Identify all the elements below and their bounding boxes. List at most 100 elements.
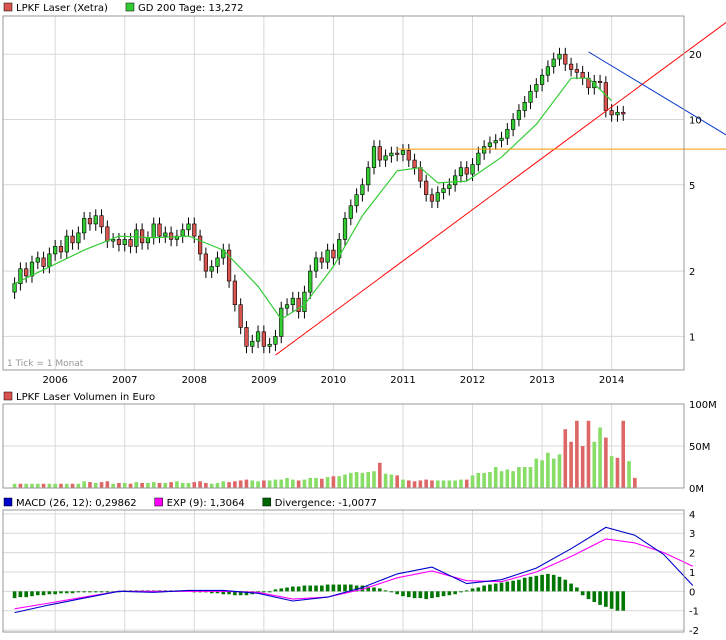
volume-bar-down: [238, 480, 243, 488]
volume-bar-down: [262, 480, 266, 488]
legend-swatch: [3, 391, 13, 401]
divergence-bar: [343, 584, 347, 592]
divergence-bar: [493, 583, 498, 592]
candle-up: [53, 246, 58, 255]
volume-bar-up: [354, 472, 359, 488]
candle-up: [354, 194, 359, 207]
candle-up: [122, 239, 127, 245]
divergence-bar: [406, 591, 411, 598]
divergence-bar: [412, 591, 417, 599]
candle-up: [180, 229, 185, 237]
candle-down: [70, 235, 75, 244]
volume-bar-down: [41, 483, 46, 488]
candle-down: [395, 152, 400, 155]
volume-bar-down: [18, 483, 23, 488]
volume-bar-down: [569, 441, 573, 488]
volume-bar-up: [35, 483, 40, 488]
volume-bar-up: [215, 482, 220, 488]
divergence-bar: [447, 591, 452, 596]
volume-bar-up: [273, 479, 278, 488]
candle-down: [238, 304, 243, 328]
candle-down: [41, 257, 46, 267]
price-tick-label: 10: [689, 115, 702, 126]
candle-down: [319, 257, 324, 263]
x-tick-label: 2013: [529, 375, 554, 386]
divergence-bar: [389, 591, 394, 593]
divergence-bar: [621, 591, 626, 611]
volume-bar-up: [470, 475, 475, 488]
volume-bar-up: [453, 480, 457, 488]
price-tick-label: 5: [689, 181, 695, 192]
volume-bar-up: [534, 458, 539, 488]
candle-up: [615, 111, 620, 116]
candle-down: [429, 194, 435, 202]
candle-down: [116, 239, 122, 245]
candle-down: [197, 235, 203, 255]
volume-tick-label: 0M: [689, 484, 704, 495]
volume-bar-up: [482, 472, 486, 488]
legend-label: Divergence: -1,0077: [275, 498, 377, 509]
candle-up: [273, 336, 278, 345]
volume-bar-down: [204, 482, 208, 488]
divergence-bar: [517, 579, 521, 592]
volume-bar-up: [343, 474, 347, 488]
divergence-bar: [18, 591, 23, 598]
divergence-bar: [59, 591, 63, 594]
divergence-bar: [383, 590, 388, 592]
divergence-bar: [534, 575, 539, 592]
volume-bar-up: [279, 479, 284, 488]
divergence-bar: [488, 584, 492, 592]
divergence-bar: [337, 584, 342, 592]
volume-bar-down: [604, 437, 608, 488]
legend-swatch: [3, 2, 13, 12]
volume-bar-up: [64, 483, 69, 488]
volume-bar-down: [70, 483, 75, 488]
volume-bar-down: [575, 420, 579, 488]
candle-down: [261, 331, 266, 347]
divergence-bar: [70, 591, 75, 594]
legend-swatch: [154, 497, 163, 507]
candle-up: [348, 205, 353, 219]
candle-up: [151, 223, 156, 239]
candle-down: [574, 69, 579, 73]
candle-up: [453, 175, 458, 186]
candle-up: [209, 266, 214, 272]
candle-down: [418, 167, 423, 182]
volume-bar-down: [633, 477, 637, 488]
divergence-bar: [88, 591, 92, 593]
volume-bar-up: [459, 479, 463, 488]
divergence-bar: [569, 583, 573, 592]
divergence-bar: [314, 585, 318, 592]
candle-up: [111, 239, 116, 242]
volume-bar-up: [447, 480, 452, 488]
volume-bar-down: [331, 476, 336, 488]
divergence-bar: [505, 581, 510, 592]
x-tick-label: 2008: [182, 375, 207, 386]
divergence-bar: [30, 591, 34, 597]
candle-up: [325, 249, 330, 263]
volume-bar-up: [134, 482, 139, 488]
macd-tick-label: 0: [689, 587, 695, 598]
volume-bar-up: [528, 467, 533, 488]
volume-bar-up: [285, 477, 289, 488]
divergence-bar: [267, 591, 272, 593]
volume-bar-up: [499, 471, 504, 488]
divergence-bar: [325, 584, 330, 592]
x-tick-label: 2006: [42, 375, 67, 386]
volume-bar-up: [30, 483, 34, 488]
volume-bar-up: [372, 471, 376, 488]
divergence-bar: [24, 591, 28, 598]
x-tick-label: 2007: [112, 375, 137, 386]
divergence-bar: [285, 587, 289, 592]
volume-bar-down: [169, 482, 173, 488]
volume-bar-down: [296, 480, 301, 488]
candle-down: [412, 159, 417, 168]
candle-up: [215, 257, 220, 267]
x-tick-label: 2014: [599, 375, 624, 386]
volume-bar-down: [157, 482, 162, 488]
x-tick-label: 2010: [321, 375, 346, 386]
candle-down: [244, 327, 249, 347]
divergence-bar: [47, 591, 52, 595]
legend-swatch: [262, 497, 272, 507]
volume-bar-down: [233, 481, 237, 488]
